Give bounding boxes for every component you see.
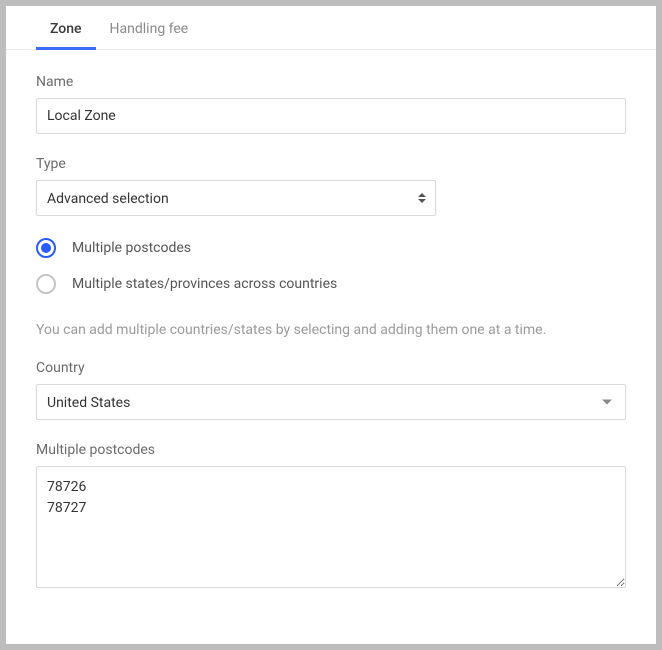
tab-zone[interactable]: Zone xyxy=(36,9,96,49)
selection-mode-radios: Multiple postcodes Multiple states/provi… xyxy=(36,238,626,294)
name-input[interactable] xyxy=(36,98,626,134)
postcodes-label: Multiple postcodes xyxy=(36,442,626,458)
country-label: Country xyxy=(36,360,626,376)
tab-bar: Zone Handling fee xyxy=(6,6,656,50)
name-label: Name xyxy=(36,74,626,90)
tab-handling-fee[interactable]: Handling fee xyxy=(96,9,203,49)
type-select[interactable]: Advanced selection xyxy=(36,180,436,216)
radio-icon xyxy=(36,238,56,258)
country-select-wrap: United States xyxy=(36,384,626,420)
field-type: Type Advanced selection xyxy=(36,156,626,216)
radio-states-label: Multiple states/provinces across countri… xyxy=(72,276,337,292)
field-name: Name xyxy=(36,74,626,134)
form-content: Name Type Advanced selection Multiple po… xyxy=(6,50,656,602)
type-select-wrap: Advanced selection xyxy=(36,180,436,216)
field-postcodes: Multiple postcodes xyxy=(36,442,626,592)
radio-multiple-postcodes[interactable]: Multiple postcodes xyxy=(36,238,626,258)
country-select[interactable]: United States xyxy=(36,384,626,420)
zone-panel: Zone Handling fee Name Type Advanced sel… xyxy=(6,6,656,644)
postcodes-textarea[interactable] xyxy=(36,466,626,588)
hint-text: You can add multiple countries/states by… xyxy=(36,322,626,338)
type-label: Type xyxy=(36,156,626,172)
radio-postcodes-label: Multiple postcodes xyxy=(72,240,191,256)
radio-multiple-states[interactable]: Multiple states/provinces across countri… xyxy=(36,274,626,294)
field-country: Country United States xyxy=(36,360,626,420)
radio-icon xyxy=(36,274,56,294)
